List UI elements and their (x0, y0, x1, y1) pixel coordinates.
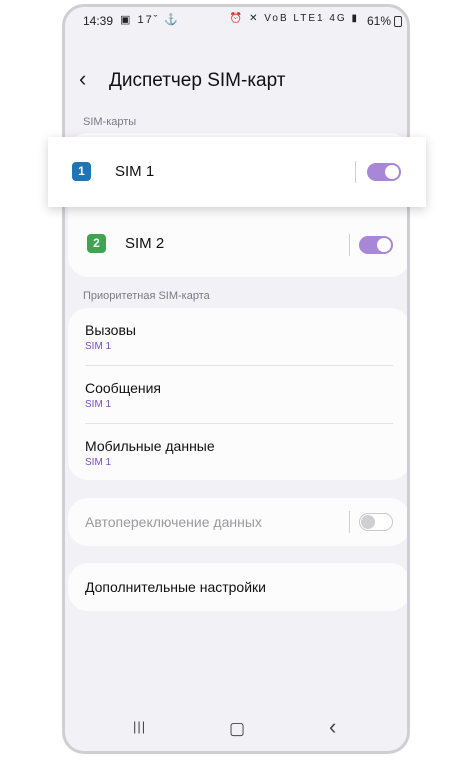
notification-icons: ▣ 17ˇ ⚓ (120, 14, 181, 26)
battery-level: 61% (366, 14, 391, 28)
system-icons: ⏰ ✕ VoB LTE1 4G ▮ (229, 13, 359, 24)
sim-1-toggle[interactable] (367, 163, 401, 181)
header: ‹ Диспетчер SIM-карт (65, 62, 407, 102)
divider (349, 511, 350, 533)
sim-section-label: SIM-карты (83, 116, 137, 128)
calls-value: SIM 1 (85, 341, 112, 352)
home-button[interactable]: ▢ (229, 719, 245, 739)
recent-apps-button[interactable]: ||| (133, 719, 146, 734)
status-time: 14:39 (83, 14, 114, 28)
more-settings-label: Дополнительные настройки (85, 579, 266, 595)
calls-title: Вызовы (85, 322, 136, 338)
navigation-bar: ||| ▢ ‹ (65, 707, 407, 751)
more-settings-card: Дополнительные настройки (68, 563, 407, 611)
auto-switch-label: Автопереключение данных (85, 514, 262, 530)
auto-switch-item[interactable]: Автопереключение данных (68, 498, 407, 546)
divider (355, 161, 356, 183)
battery-icon (394, 16, 402, 27)
mobile-data-item[interactable]: Мобильные данные SIM 1 (68, 424, 407, 480)
sim-1-icon: 1 (72, 162, 91, 181)
sim-2-toggle[interactable] (359, 236, 393, 254)
sim-2-name: SIM 2 (125, 235, 165, 252)
more-settings-item[interactable]: Дополнительные настройки (68, 563, 407, 611)
chevron-left-icon: ‹ (79, 66, 87, 91)
auto-switch-card: Автопереключение данных (68, 498, 407, 546)
back-button[interactable]: ‹ (79, 66, 86, 92)
calls-item[interactable]: Вызовы SIM 1 (68, 308, 407, 365)
divider (349, 234, 350, 256)
status-bar: 14:39 ▣ 17ˇ ⚓ ⏰ ✕ VoB LTE1 4G ▮ 61% (65, 7, 407, 33)
sim-2-row[interactable]: 2 SIM 2 (68, 223, 407, 267)
phone-frame: 14:39 ▣ 17ˇ ⚓ ⏰ ✕ VoB LTE1 4G ▮ 61% ‹ Ди… (62, 4, 410, 754)
mobile-data-title: Мобильные данные (85, 438, 215, 454)
mobile-data-value: SIM 1 (85, 457, 112, 468)
sim-1-row-highlighted[interactable]: 1 SIM 1 (48, 137, 426, 207)
messages-value: SIM 1 (85, 399, 112, 410)
page-title: Диспетчер SIM-карт (109, 70, 286, 91)
messages-item[interactable]: Сообщения SIM 1 (68, 366, 407, 423)
messages-title: Сообщения (85, 380, 161, 396)
sim-1-name: SIM 1 (115, 163, 155, 180)
priority-section-label: Приоритетная SIM-карта (83, 290, 210, 302)
priority-card: Вызовы SIM 1 Сообщения SIM 1 Мобильные д… (68, 308, 407, 480)
auto-switch-toggle[interactable] (359, 513, 393, 531)
sim-2-icon: 2 (87, 234, 106, 253)
nav-back-button[interactable]: ‹ (329, 714, 336, 740)
